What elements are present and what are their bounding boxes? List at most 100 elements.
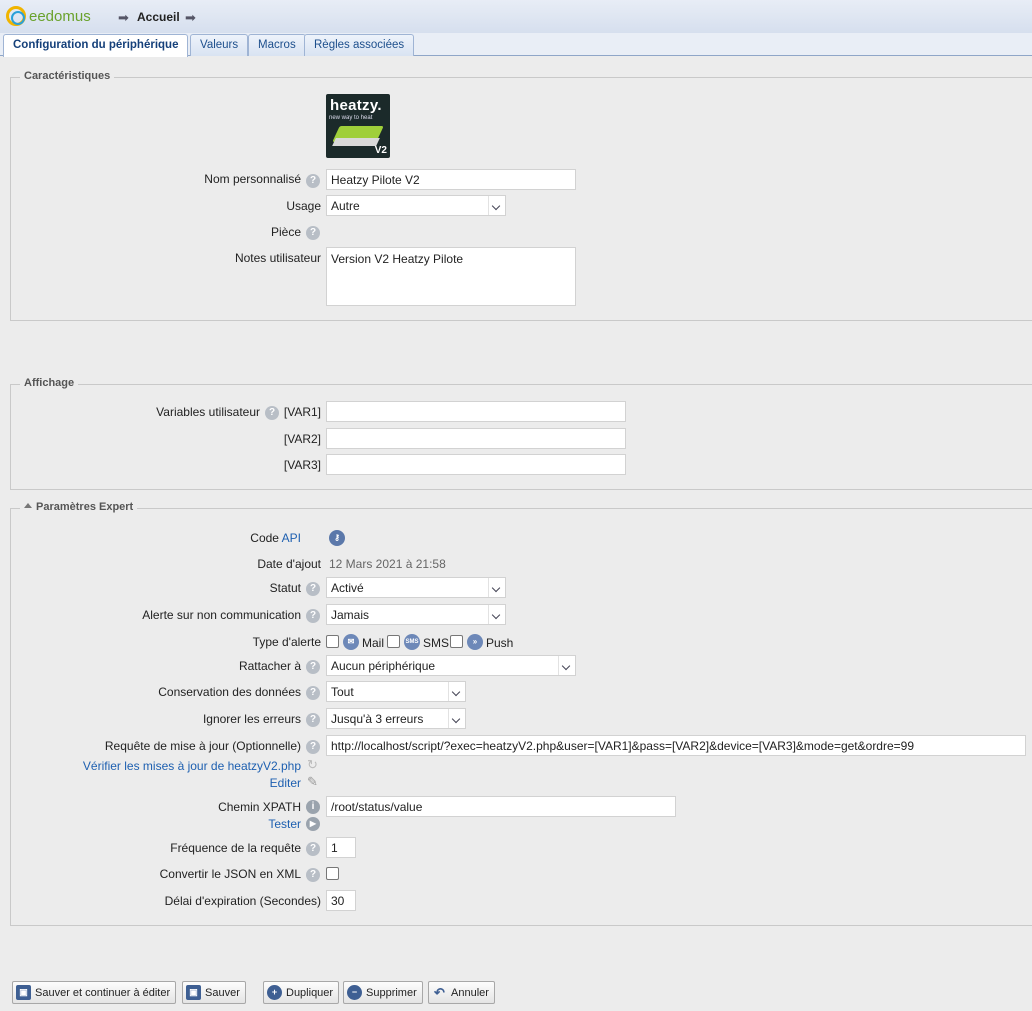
- alerte-select[interactable]: Jamais: [326, 604, 506, 625]
- statut-select[interactable]: Activé: [326, 577, 506, 598]
- tab-regles[interactable]: Règles associées: [304, 34, 415, 56]
- chevron-down-icon: [488, 196, 505, 215]
- frequence-input[interactable]: 1: [326, 837, 356, 858]
- push-icon: »: [467, 634, 483, 650]
- rattacher-value: Aucun périphérique: [331, 659, 436, 673]
- var2-input[interactable]: [326, 428, 626, 449]
- cancel-button[interactable]: ↶ Annuler: [428, 981, 495, 1004]
- mail-checkbox[interactable]: [326, 635, 339, 648]
- plus-icon: +: [267, 985, 282, 1000]
- var3-label: [VAR3]: [283, 458, 321, 472]
- piece-label: Pièce: [270, 225, 301, 239]
- eedomus-logo-icon: [6, 6, 26, 26]
- device-shape-base: [332, 138, 380, 146]
- cancel-label: Annuler: [451, 986, 489, 999]
- help-icon[interactable]: ?: [306, 226, 320, 240]
- usage-label: Usage: [286, 199, 321, 213]
- push-label: Push: [486, 636, 514, 650]
- conservation-label: Conservation des données: [158, 685, 301, 699]
- var1-input[interactable]: [326, 401, 626, 422]
- key-icon[interactable]: ⚷: [329, 530, 345, 546]
- editer-link[interactable]: Editer: [270, 776, 301, 790]
- help-icon[interactable]: ?: [265, 406, 279, 420]
- usage-select[interactable]: Autre: [326, 195, 506, 216]
- floppy-icon: ▣: [186, 985, 201, 1000]
- statut-value: Activé: [331, 581, 364, 595]
- verifier-link[interactable]: Vérifier les mises à jour de heatzyV2.ph…: [83, 759, 301, 773]
- date-value: 12 Mars 2021 à 21:58: [329, 557, 446, 571]
- pencil-icon[interactable]: ✎: [307, 774, 318, 790]
- xpath-input[interactable]: /root/status/value: [326, 796, 676, 817]
- notes-textarea[interactable]: Version V2 Heatzy Pilote: [326, 247, 576, 306]
- save-label: Sauver: [205, 986, 240, 999]
- ignorer-label: Ignorer les erreurs: [202, 712, 301, 726]
- sms-label: SMS: [423, 636, 450, 650]
- help-icon[interactable]: ?: [306, 686, 320, 700]
- tab-valeurs[interactable]: Valeurs: [190, 34, 249, 56]
- api-link[interactable]: API: [282, 531, 301, 545]
- nom-input[interactable]: Heatzy Pilote V2: [326, 169, 576, 190]
- help-icon[interactable]: ?: [306, 174, 320, 188]
- help-icon[interactable]: ?: [306, 660, 320, 674]
- undo-icon: ↶: [434, 985, 445, 1000]
- usage-value: Autre: [331, 199, 360, 213]
- statut-label: Statut: [269, 581, 301, 595]
- tab-macros[interactable]: Macros: [248, 34, 306, 56]
- save-continue-button[interactable]: ▣ Sauver et continuer à éditer: [12, 981, 177, 1004]
- breadcrumb-home[interactable]: Accueil: [137, 10, 180, 24]
- var2-label: [VAR2]: [283, 432, 321, 446]
- chevron-down-icon: [558, 656, 575, 675]
- legend-expert-text: Paramètres Expert: [36, 501, 134, 513]
- top-bar: eedomus ➡ Accueil ➡: [0, 0, 1032, 33]
- mail-icon: ✉: [343, 634, 359, 650]
- requete-label: Requête de mise à jour (Optionnelle): [104, 739, 301, 753]
- info-icon[interactable]: i: [306, 800, 320, 814]
- push-checkbox[interactable]: [450, 635, 463, 648]
- help-icon[interactable]: ?: [306, 842, 320, 856]
- device-image-badge: V2: [374, 145, 387, 156]
- eedomus-logo[interactable]: eedomus: [6, 6, 91, 26]
- legend-caracteristiques: Caractéristiques: [20, 70, 115, 82]
- delai-input[interactable]: 30: [326, 890, 356, 911]
- play-icon[interactable]: ▶: [306, 817, 320, 831]
- sms-icon: SMS: [404, 634, 420, 650]
- legend-expert[interactable]: Paramètres Expert: [20, 501, 138, 513]
- conservation-value: Tout: [331, 685, 354, 699]
- help-icon[interactable]: ?: [306, 713, 320, 727]
- var3-input[interactable]: [326, 454, 626, 475]
- arrow-right-icon: ➡: [118, 10, 129, 25]
- conservation-select[interactable]: Tout: [326, 681, 466, 702]
- mail-label: Mail: [362, 636, 385, 650]
- code-label: Code API: [250, 531, 301, 545]
- tester-link[interactable]: Tester: [268, 817, 301, 831]
- requete-input[interactable]: http://localhost/script/?exec=heatzyV2.p…: [326, 735, 1026, 756]
- rattacher-label: Rattacher à: [238, 659, 301, 673]
- save-continue-label: Sauver et continuer à éditer: [35, 986, 171, 999]
- help-icon[interactable]: ?: [306, 609, 320, 623]
- save-button[interactable]: ▣ Sauver: [182, 981, 246, 1004]
- help-icon[interactable]: ?: [306, 868, 320, 882]
- type-alerte-label: Type d'alerte: [252, 635, 321, 649]
- chevron-down-icon: [488, 605, 505, 624]
- sms-checkbox[interactable]: [387, 635, 400, 648]
- var1-label: [VAR1]: [283, 405, 321, 419]
- help-icon[interactable]: ?: [306, 582, 320, 596]
- duplicate-button[interactable]: + Dupliquer: [263, 981, 340, 1004]
- delete-button[interactable]: − Supprimer: [343, 981, 423, 1004]
- date-label: Date d'ajout: [257, 557, 321, 571]
- collapse-triangle-icon: [24, 502, 32, 508]
- help-icon[interactable]: ?: [306, 740, 320, 754]
- ignorer-select[interactable]: Jusqu'à 3 erreurs: [326, 708, 466, 729]
- duplicate-label: Dupliquer: [286, 986, 334, 999]
- logo-text: eedomus: [29, 7, 91, 25]
- frequence-label: Fréquence de la requête: [170, 841, 301, 855]
- fieldset-expert: Paramètres Expert: [10, 501, 1032, 926]
- device-image-tagline: new way to heat: [329, 115, 373, 121]
- delete-label: Supprimer: [366, 986, 417, 999]
- legend-affichage: Affichage: [20, 377, 79, 389]
- rattacher-select[interactable]: Aucun périphérique: [326, 655, 576, 676]
- tab-configuration[interactable]: Configuration du périphérique: [3, 34, 189, 57]
- notes-label: Notes utilisateur: [234, 251, 321, 265]
- code-label-text: Code: [250, 531, 279, 545]
- json-checkbox[interactable]: [326, 867, 339, 880]
